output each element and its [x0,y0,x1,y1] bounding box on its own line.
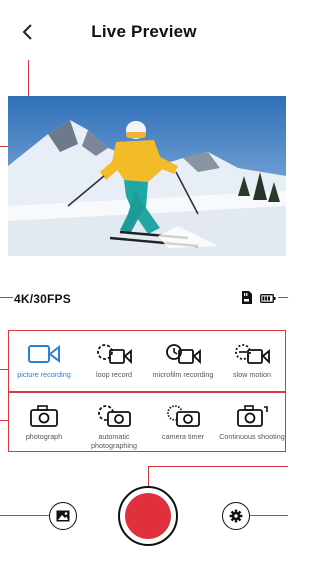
loop-record-icon [97,344,132,365]
camera-icon [30,405,58,427]
mode-automatic-photographing[interactable]: automatic photographing [79,393,149,450]
mode-label: slow motion [233,370,271,379]
live-preview-image [8,96,286,256]
settings-button[interactable] [222,502,250,530]
mode-picture-recording[interactable]: picture recording [9,331,79,380]
gallery-button[interactable] [49,502,77,530]
status-row: 4K/30FPS [0,285,288,313]
gear-icon [229,509,243,523]
gallery-icon [56,510,70,522]
mode-label: photograph [25,432,63,441]
microfilm-icon [166,344,201,365]
mode-label: automatic photographing [91,432,137,450]
battery-icon [260,294,276,303]
mode-camera-timer[interactable]: camera timer [148,393,218,442]
record-button[interactable] [118,486,178,546]
video-camera-icon [28,344,60,364]
resolution-label: 4K/30FPS [14,292,71,306]
bottom-control-bar [0,462,288,571]
mode-label: loop record [96,370,132,379]
mode-label: Continuous shooting [219,432,285,441]
mode-label: microfilm recording [152,370,214,379]
timer-camera-icon [167,405,200,427]
mode-label: camera timer [162,432,204,441]
mode-photograph[interactable]: photograph [9,393,79,442]
skier-photo [8,96,286,256]
slow-motion-icon [235,344,270,365]
video-mode-group: picture recording loop record microfilm … [8,330,286,392]
mode-label: picture recording [17,370,71,379]
mode-loop-record[interactable]: loop record [79,331,149,380]
sd-card-icon [242,291,252,304]
mode-slow-motion[interactable]: slow motion [217,331,287,380]
mode-microfilm-recording[interactable]: microfilm recording [148,331,218,380]
header: Live Preview [0,0,288,64]
page-title: Live Preview [91,22,197,41]
burst-camera-icon [237,405,268,427]
photo-mode-group: photograph automatic photographing camer… [8,392,286,452]
record-icon [125,493,171,539]
mode-continuous-shooting[interactable]: Continuous shooting [217,393,287,442]
auto-camera-icon [98,405,131,427]
live-preview-screen: Live Preview 4K/30FPS picture recording … [0,0,288,571]
